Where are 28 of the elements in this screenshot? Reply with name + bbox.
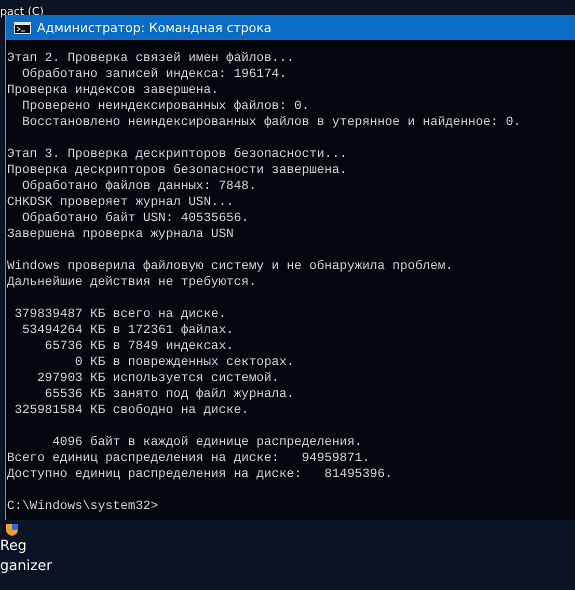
console-line: 0 КБ в поврежденных секторах. — [74, 354, 294, 370]
console-line: Этап 3. Проверка дескрипторов безопасности... — [7, 146, 348, 162]
console-line: 65736 КБ в 7849 индексах. — [44, 338, 234, 354]
console-line: Восстановлено неиндексированных файлов в утерянное и найденное: 0. — [21, 114, 521, 130]
console-line: 53494264 КБ в 172361 файлах. — [21, 322, 234, 338]
desktop-icon-label[interactable]: Reg — [0, 536, 52, 556]
console-line: 65536 КБ занято под файл журнала. — [44, 386, 294, 402]
console-line: C:\Windows\system32> — [7, 498, 158, 514]
console-line: 379839487 КБ всего на диске. — [14, 306, 226, 322]
console-line: 4096 байт в каждой единице распределения. — [51, 434, 362, 450]
console-icon — [14, 22, 31, 34]
console-line: Дальнейшие действия не требуются. — [7, 274, 256, 290]
console-line: Проверка индексов завершена. — [7, 82, 219, 98]
console-line: Завершена проверка журнала USN — [7, 226, 234, 242]
desktop-icon-label[interactable]: ganizer — [0, 556, 52, 576]
console-line: 297903 КБ используется системой. — [36, 370, 280, 386]
console-line: Обработано файлов данных: 7848. — [21, 178, 256, 194]
console-line: Обработано записей индекса: 196174. — [21, 66, 287, 82]
console-line: Этап 2. Проверка связей имен файлов... — [7, 50, 294, 66]
console-line: Всего единиц распределения на диске: 94959871. — [7, 450, 370, 466]
console-line: Обработано байт USN: 40535656. — [21, 210, 249, 226]
console-line: CHKDSK проверяет журнал USN... — [7, 194, 234, 210]
console-line: Проверка дескрипторов безопасности завершена. — [7, 162, 348, 178]
console-line: 325981584 КБ свободно на диске. — [14, 402, 249, 418]
console-line: Проверено неиндексированных файлов: 0. — [21, 98, 310, 114]
window-title: Администратор: Командная строка — [37, 20, 272, 35]
console-line: Windows проверила файловую систему и не обнаружила проблем. — [7, 258, 453, 274]
console-line: Доступно единиц распределения на диске: 81495396. — [7, 466, 392, 482]
